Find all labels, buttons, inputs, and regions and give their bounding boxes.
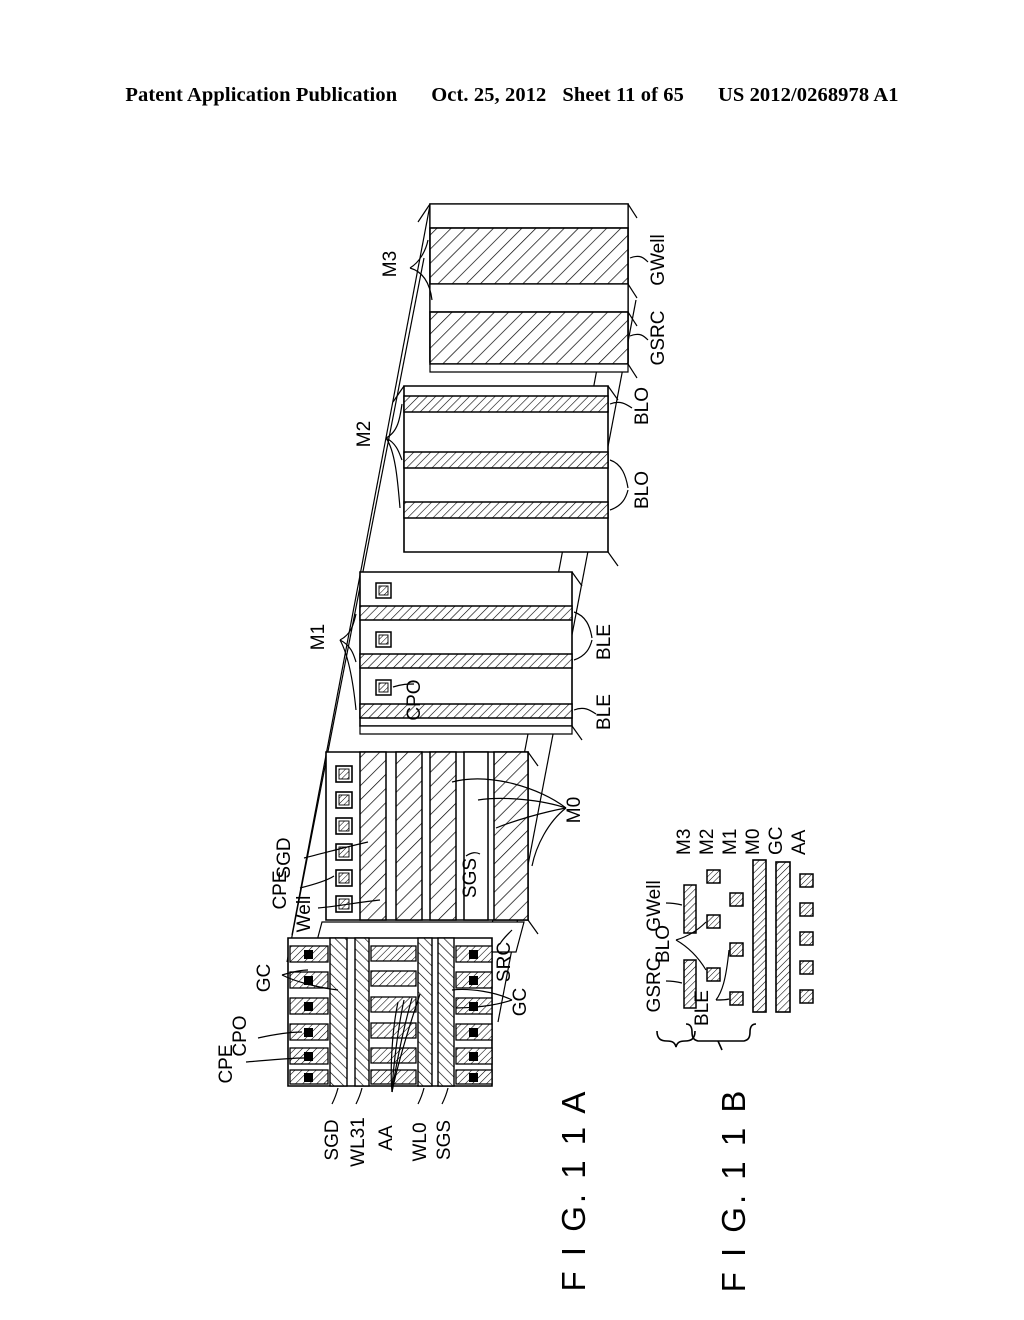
fig-11b-legend: M3 M2 M1 M0 GC AA GWell GSRC BLO BLE F I… [644, 827, 814, 1293]
cpe-contact [335, 765, 353, 783]
m0-strip [395, 751, 423, 921]
m2-label: M2 [354, 421, 375, 447]
gwell-label: GWell [648, 234, 669, 285]
patent-drawing: M3 GWell GSRC M2 BLO BLO CPO M1 BLE BLE … [0, 0, 1024, 1320]
gwell-callout: GWell [629, 234, 669, 286]
legend-col-m3: M3 [674, 829, 695, 855]
ble-label-1: BLE [594, 624, 615, 660]
legend-label-blo: BLO [653, 925, 674, 963]
legend-col-gc: GC [766, 827, 787, 856]
cpe-contact [335, 869, 353, 887]
blo-callout-2: BLO [609, 459, 653, 511]
legend-ble-callout: BLE [692, 949, 730, 1026]
m1-ble-bar-1 [359, 605, 573, 621]
gc-label-left: GC [254, 964, 275, 993]
gsrc-label: GSRC [648, 311, 669, 366]
m0-strip [493, 751, 529, 921]
legend-swatch-aa-5 [799, 989, 814, 1004]
src-label: SRC [494, 942, 515, 982]
gc-label-right: GC [510, 988, 531, 1017]
m2-blo-bar-3 [403, 501, 609, 519]
legend-blo-callout: BLO [653, 921, 707, 971]
m2-blo-bar-1 [403, 395, 609, 413]
legend-col-m1: M1 [720, 829, 741, 855]
legend-swatch-aa-4 [799, 960, 814, 975]
m3-callout: M3 [380, 239, 433, 301]
legend-swatch-aa-1 [799, 873, 814, 888]
m0-strip [359, 751, 387, 921]
fig-11a-caption: F I G. 1 1 A [555, 1089, 592, 1292]
m1-layer-block [359, 571, 583, 741]
m1-callout: M1 [308, 613, 357, 711]
legend-brace [656, 1030, 696, 1048]
sgs-label-bottom: SGS [434, 1120, 455, 1160]
fig-11b-caption: F I G. 1 1 B [715, 1088, 752, 1293]
cpo-label-m1: CPO [404, 679, 425, 720]
blo-callout-1: BLO [609, 387, 653, 425]
legend-col-aa: AA [789, 829, 810, 855]
m0-strip [429, 751, 457, 921]
sgd-label-m0: SGD [274, 837, 295, 878]
legend-label-gsrc: GSRC [644, 958, 665, 1013]
legend-col-m2: M2 [697, 829, 718, 855]
gate-col-wl31 [354, 937, 370, 1087]
legend-gsrc-callout: GSRC [644, 958, 683, 1013]
sgs-label-m0: SGS [460, 858, 481, 898]
ble-callout-1: BLE [573, 611, 615, 661]
m3-label: M3 [380, 251, 401, 277]
legend-swatch-ble-1 [729, 892, 744, 907]
well-label-m0: Well [294, 896, 315, 933]
cpe-contact [335, 817, 353, 835]
cpo-contact [375, 631, 392, 648]
gate-col-sgs [437, 937, 455, 1087]
legend-swatch-aa-2 [799, 902, 814, 917]
aa-gc-layer-block [287, 937, 493, 1087]
legend-swatch-aa-3 [799, 931, 814, 946]
blo-label-2: BLO [632, 471, 653, 509]
ble-label-2: BLE [594, 694, 615, 730]
cpe-contact [335, 791, 353, 809]
wl31-label-bottom: WL31 [348, 1117, 369, 1167]
cpo-label-aa: CPO [230, 1015, 251, 1056]
m1-ble-bar-2 [359, 653, 573, 669]
m0-label: M0 [564, 797, 585, 823]
gate-col-sgd [329, 937, 348, 1087]
wl0-label-bottom: WL0 [410, 1122, 431, 1161]
legend-swatch-gc [775, 861, 791, 1013]
legend-swatch-ble-3 [729, 991, 744, 1006]
ble-callout-2: BLE [573, 694, 615, 730]
cpo-contact [375, 679, 392, 696]
m1-label: M1 [308, 624, 329, 650]
m3-layer-block [417, 203, 638, 379]
blo-label-1: BLO [632, 387, 653, 425]
legend-swatch-blo-3 [706, 967, 721, 982]
m3-gsrc-bar [429, 311, 629, 365]
legend-swatch-gwell [683, 884, 697, 934]
legend-swatch-ble-2 [729, 942, 744, 957]
fig-11a-drawing: M3 GWell GSRC M2 BLO BLO CPO M1 BLE BLE … [216, 203, 669, 1292]
legend-swatch-blo-1 [706, 869, 721, 884]
gate-col-wl0 [417, 937, 433, 1087]
legend-swatch-blo-2 [706, 914, 721, 929]
sgd-label-bottom: SGD [322, 1119, 343, 1160]
legend-swatch-m0 [752, 859, 767, 1013]
m2-blo-bar-2 [403, 451, 609, 469]
legend-gwell-callout: GWell [644, 880, 683, 932]
aa-label-bottom: AA [376, 1125, 397, 1151]
gsrc-callout: GSRC [629, 311, 669, 366]
legend-col-m0: M0 [743, 829, 764, 855]
legend-label-gwell: GWell [644, 880, 665, 931]
legend-label-ble: BLE [692, 990, 713, 1026]
m2-layer-block [392, 385, 619, 567]
cpo-contact [375, 582, 392, 599]
m1-ble-bar-3 [359, 703, 573, 719]
m3-gwell-bar [429, 227, 629, 285]
